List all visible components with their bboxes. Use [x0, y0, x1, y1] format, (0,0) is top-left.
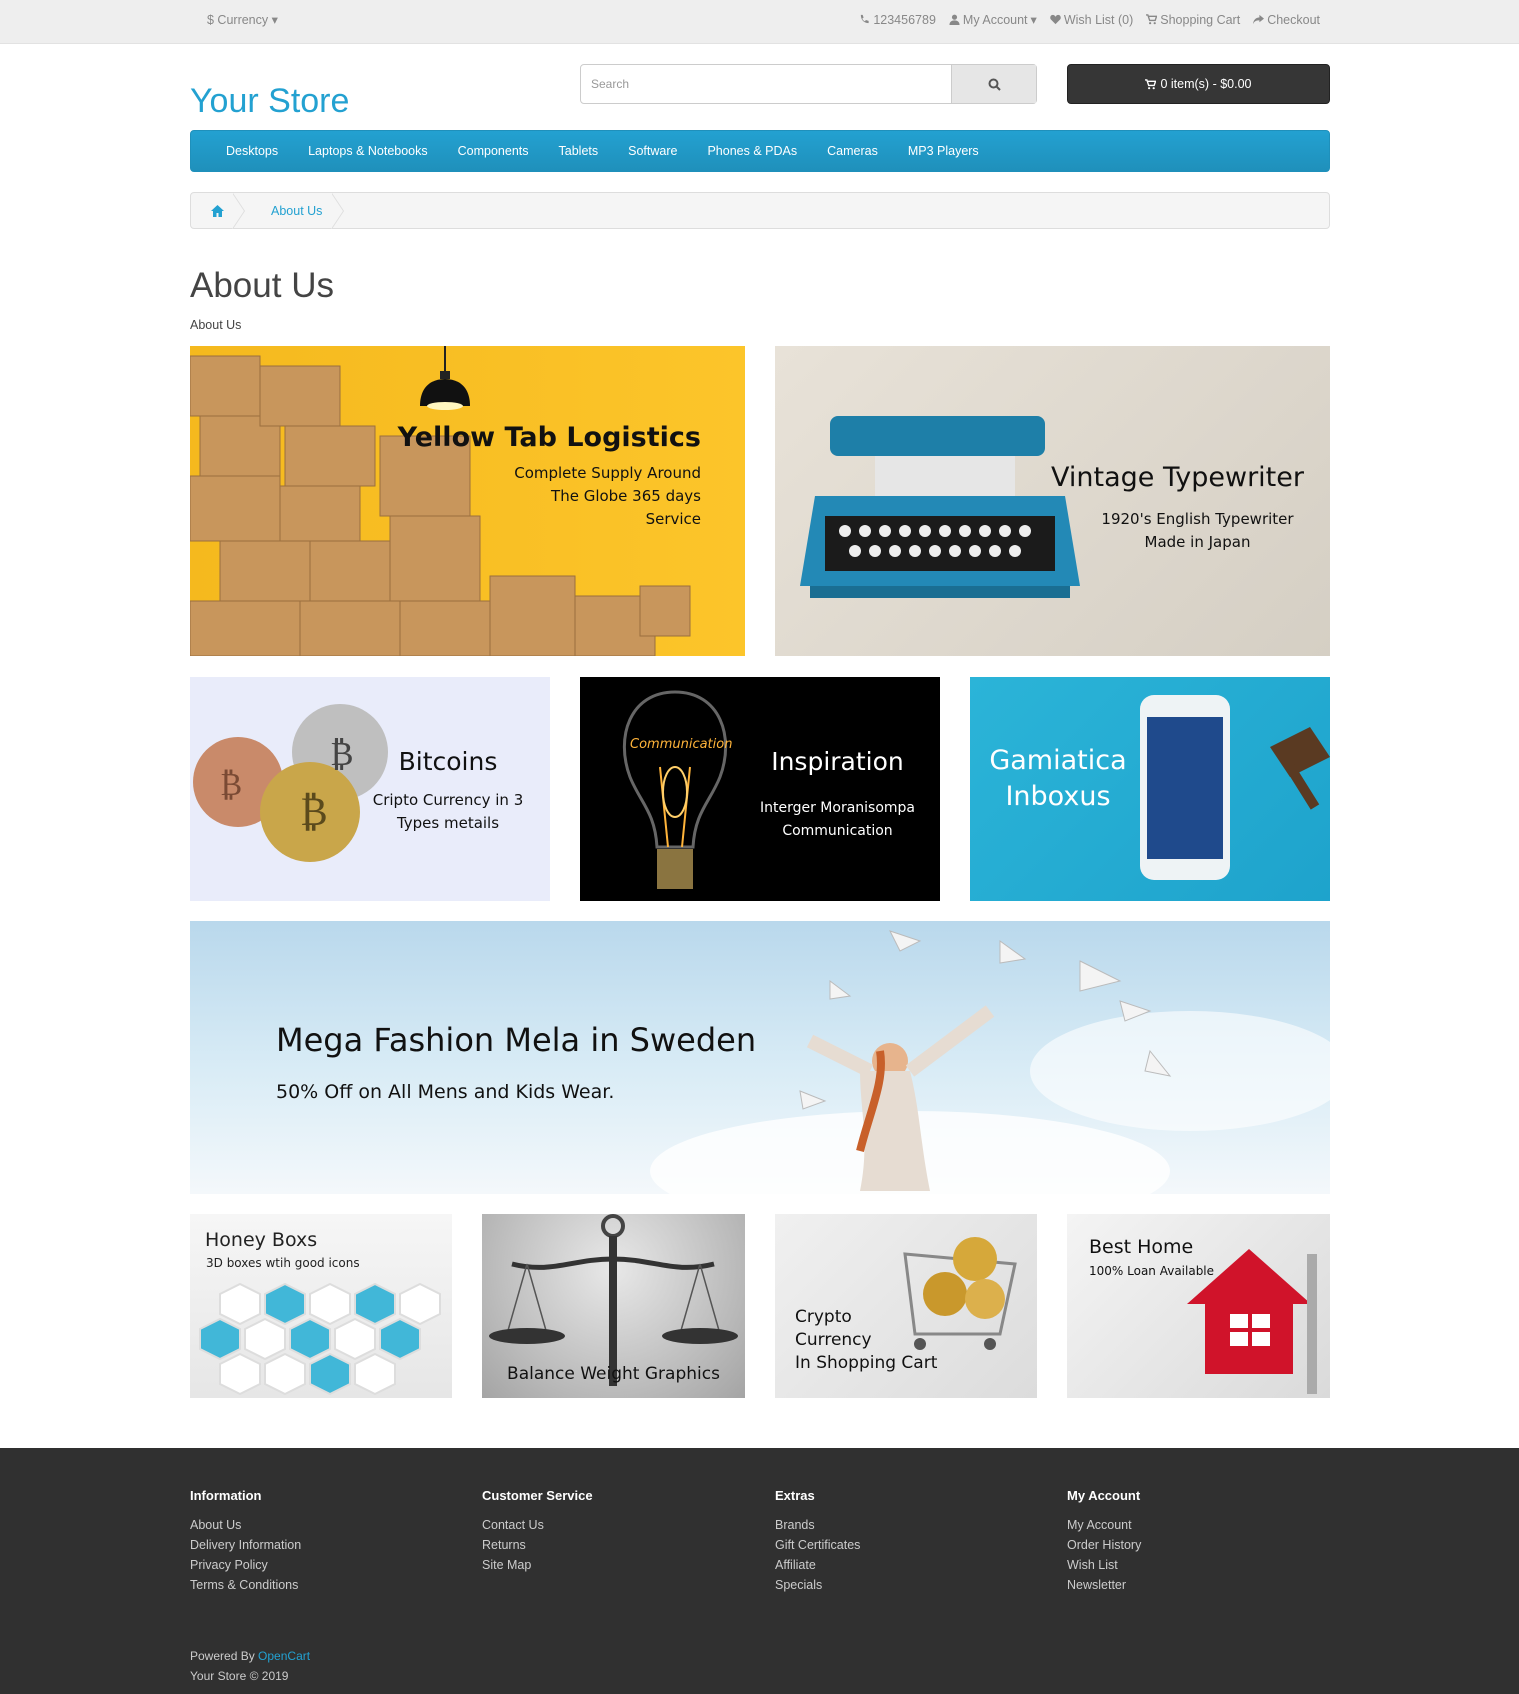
currency-dropdown[interactable]: $ Currency ▾ [207, 12, 278, 27]
opencart-link[interactable]: OpenCart [258, 1649, 310, 1663]
phone-icon [861, 14, 869, 24]
store-logo[interactable]: Your Store [190, 82, 349, 121]
banner-title: Yellow Tab Logistics [397, 422, 701, 453]
search-button[interactable] [951, 65, 1036, 103]
home-icon [210, 204, 224, 217]
footer: Information About Us Delivery Informatio… [0, 1448, 1519, 1694]
shopping-cart-link[interactable]: Shopping Cart [1146, 12, 1240, 27]
footer-extras: Extras Brands Gift Certificates Affiliat… [775, 1488, 860, 1595]
footer-link-terms[interactable]: Terms & Conditions [190, 1575, 301, 1595]
banner-bitcoins[interactable]: ₿ ₿ ₿ Bitcoins Cripto Currency in 3 Types m… [190, 677, 550, 901]
footer-link-specials[interactable]: Specials [775, 1575, 860, 1595]
banner-title: Vintage Typewriter [1051, 462, 1304, 493]
banner-vintage-typewriter[interactable]: Vintage Typewriter 1920's English Typewr… [775, 346, 1330, 656]
share-icon [1253, 14, 1265, 25]
footer-heading: My Account [1067, 1488, 1141, 1503]
footer-customer-service: Customer Service Contact Us Returns Site… [482, 1488, 593, 1575]
footer-link-returns[interactable]: Returns [482, 1535, 593, 1555]
main-menu: Desktops Laptops & Notebooks Components … [190, 130, 1330, 172]
bulb-glow-text: Communication [630, 737, 733, 752]
copyright: Your Store © 2019 [190, 1669, 289, 1683]
menu-item-phones[interactable]: Phones & PDAs [692, 144, 812, 158]
footer-link-site-map[interactable]: Site Map [482, 1555, 593, 1575]
footer-link-about-us[interactable]: About Us [190, 1515, 301, 1535]
menu-item-software[interactable]: Software [613, 144, 692, 158]
my-account-dropdown[interactable]: My Account ▾ [949, 12, 1037, 27]
banner-mega-fashion-mela[interactable]: Mega Fashion Mela in Sweden 50% Off on A… [190, 921, 1330, 1194]
search-icon [988, 78, 1001, 91]
heart-icon [1050, 14, 1061, 25]
top-bar: $ Currency ▾ 123456789 My Account ▾ Wish… [0, 0, 1519, 44]
svg-text:₿: ₿ [330, 734, 354, 774]
banner-gamiatica-inboxus[interactable]: Gamiatica Inboxus [970, 677, 1330, 901]
search-input[interactable]: Search [581, 65, 951, 103]
banner-crypto-cart[interactable]: Crypto Currency In Shopping Cart [775, 1214, 1037, 1398]
footer-link-brands[interactable]: Brands [775, 1515, 860, 1535]
typewriter-illustration [800, 416, 1080, 598]
banner-line: Complete Supply Around The Globe 365 days… [514, 464, 701, 528]
cart-icon [1146, 14, 1158, 25]
menu-item-mp3-players[interactable]: MP3 Players [893, 144, 994, 158]
banner-line: Interger Moranisompa Communication [759, 800, 916, 839]
banner-title: Bitcoins [398, 747, 498, 776]
user-icon [949, 14, 960, 25]
banner-title: Balance Weight Graphics [507, 1364, 720, 1384]
breadcrumb-separator [331, 192, 358, 229]
menu-item-laptops[interactable]: Laptops & Notebooks [293, 144, 443, 158]
banner-line: 100% Loan Available [1089, 1264, 1215, 1278]
banner-line: 3D boxes wtih good icons [206, 1256, 360, 1270]
banner-yellow-tab-logistics[interactable]: Yellow Tab Logistics Complete Supply Aro… [190, 346, 745, 656]
banner-line: 1920's English Typewriter Made in Japan [1101, 510, 1294, 551]
banner-title: Crypto Currency In Shopping Cart [795, 1307, 938, 1373]
svg-text:₿: ₿ [220, 765, 242, 803]
footer-link-my-account[interactable]: My Account [1067, 1515, 1141, 1535]
page-subtitle: About Us [190, 318, 242, 332]
cart-icon [1145, 78, 1157, 89]
footer-link-privacy[interactable]: Privacy Policy [190, 1555, 301, 1575]
banner-line: Cripto Currency in 3 Types metails [372, 791, 524, 832]
banner-inspiration[interactable]: Communication Inspiration Interger Moran… [580, 677, 940, 901]
footer-information: Information About Us Delivery Informatio… [190, 1488, 301, 1595]
footer-link-gift[interactable]: Gift Certificates [775, 1535, 860, 1555]
menu-item-tablets[interactable]: Tablets [544, 144, 614, 158]
banner-title: Honey Boxs [205, 1229, 318, 1251]
menu-item-components[interactable]: Components [443, 144, 544, 158]
banner-title: Best Home [1089, 1236, 1194, 1258]
page-title: About Us [190, 266, 334, 305]
banner-title: Inspiration [771, 747, 904, 776]
search-bar: Search [580, 64, 1037, 104]
footer-my-account: My Account My Account Order History Wish… [1067, 1488, 1141, 1595]
footer-link-newsletter[interactable]: Newsletter [1067, 1575, 1141, 1595]
footer-heading: Information [190, 1488, 262, 1503]
phone-link[interactable]: 123456789 [859, 12, 936, 27]
footer-link-delivery[interactable]: Delivery Information [190, 1535, 301, 1555]
cart-button[interactable]: 0 item(s) - $0.00 [1067, 64, 1330, 104]
menu-item-cameras[interactable]: Cameras [812, 144, 893, 158]
breadcrumb-separator [232, 192, 259, 229]
checkout-link[interactable]: Checkout [1253, 12, 1320, 27]
footer-link-order-history[interactable]: Order History [1067, 1535, 1141, 1555]
lightbulb-illustration [622, 690, 728, 889]
footer-powered: Powered By OpenCart Your Store © 2019 [190, 1646, 310, 1686]
footer-link-contact[interactable]: Contact Us [482, 1515, 593, 1535]
banner-title: Mega Fashion Mela in Sweden [276, 1021, 757, 1059]
banner-best-home[interactable]: Best Home 100% Loan Available [1067, 1214, 1330, 1398]
footer-link-affiliate[interactable]: Affiliate [775, 1555, 860, 1575]
footer-heading: Extras [775, 1488, 815, 1503]
breadcrumb-about-us[interactable]: About Us [259, 204, 332, 218]
wish-list-link[interactable]: Wish List (0) [1050, 12, 1133, 27]
footer-link-wish-list[interactable]: Wish List [1067, 1555, 1141, 1575]
menu-item-desktops[interactable]: Desktops [211, 144, 293, 158]
breadcrumb: About Us [190, 192, 1330, 229]
banner-balance-weight[interactable]: Balance Weight Graphics [482, 1214, 745, 1398]
banner-line: 50% Off on All Mens and Kids Wear. [276, 1081, 615, 1103]
svg-text:₿: ₿ [300, 789, 328, 835]
banner-honey-boxs[interactable]: Honey Boxs 3D boxes wtih good icons [190, 1214, 452, 1398]
banner-title: Gamiatica Inboxus [989, 745, 1127, 812]
footer-heading: Customer Service [482, 1488, 593, 1503]
